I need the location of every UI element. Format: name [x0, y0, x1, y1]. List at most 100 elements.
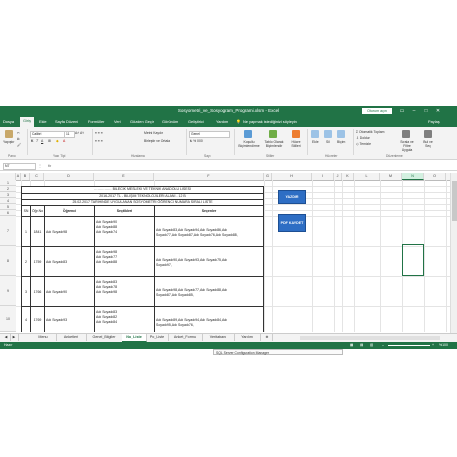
cut-icon[interactable]: ✂	[17, 131, 20, 135]
tab-menu[interactable]: Menu	[30, 334, 57, 341]
close-icon[interactable]: ✕	[434, 107, 442, 115]
find-select-button[interactable]: Bul ve Seç	[420, 140, 436, 148]
minimize-icon[interactable]: –	[410, 107, 418, 115]
selected-cell-n7[interactable]	[402, 244, 424, 276]
row-header-9[interactable]: 9	[0, 276, 16, 306]
column-header-f[interactable]: F	[154, 173, 264, 180]
column-header-l[interactable]: L	[354, 173, 380, 180]
number-format-select[interactable]: Genel	[189, 131, 230, 138]
sort-filter-icon[interactable]	[402, 130, 410, 138]
bold-button[interactable]: K	[31, 139, 33, 143]
scrollbar-thumb[interactable]	[452, 181, 457, 221]
menu-file[interactable]: Dosya	[3, 119, 14, 124]
select-all-corner[interactable]	[0, 173, 16, 180]
delete-cells-icon[interactable]	[324, 130, 332, 138]
row-header-10[interactable]: 10	[0, 306, 16, 332]
align-left-icon[interactable]: ≡ ≡ ≡	[95, 139, 103, 143]
column-header-c[interactable]: C	[30, 173, 44, 180]
ribbon-display-icon[interactable]: ▭	[398, 107, 406, 115]
align-top-icon[interactable]: ≡ ≡ ≡	[95, 131, 103, 135]
tell-me-search[interactable]: Ne yapmak istediğinizi söyleyin	[243, 119, 297, 124]
menu-help[interactable]: Yardım	[216, 119, 228, 124]
vertical-scrollbar[interactable]	[450, 173, 457, 333]
conditional-format-button[interactable]: Koşullu Biçimlendirme	[236, 140, 262, 148]
save-pdf-button[interactable]: PDF KAYDET	[278, 214, 306, 232]
name-box[interactable]: N7	[3, 163, 36, 170]
column-header-i[interactable]: I	[312, 173, 334, 180]
cell-styles-button[interactable]: Hücre Stilleri	[288, 140, 304, 148]
zoom-in-icon[interactable]: +	[432, 343, 434, 347]
format-table-button[interactable]: Tablo Olarak Biçimlendir	[262, 140, 286, 148]
menu-page-layout[interactable]: Sayfa Düzeni	[55, 119, 78, 124]
paste-label[interactable]: Yapıştır	[3, 140, 14, 144]
currency-icon[interactable]: ₺ % 000	[190, 139, 203, 143]
menu-insert[interactable]: Ekle	[39, 119, 47, 124]
grow-font-icon[interactable]: A˄ A˅	[75, 131, 84, 135]
clear-button[interactable]: ◇ Temizle	[356, 142, 371, 146]
column-header-j[interactable]: J	[334, 173, 342, 180]
column-header-m[interactable]: M	[380, 173, 402, 180]
format-table-icon[interactable]	[269, 130, 277, 138]
column-header-g[interactable]: G	[264, 173, 272, 180]
menu-developer[interactable]: Geliştirici	[188, 119, 204, 124]
fill-color-icon[interactable]: ◆	[56, 139, 59, 143]
delete-cells-button[interactable]: Sil	[326, 140, 330, 144]
lightbulb-icon[interactable]: 💡	[236, 119, 241, 124]
paste-icon[interactable]	[5, 130, 13, 138]
column-header-o[interactable]: O	[424, 173, 446, 180]
worksheet-grid[interactable]: …………… BİLECİK MESLEKİ VE TEKNİK ANADOLU …	[16, 180, 450, 332]
cell-styles-icon[interactable]	[292, 130, 300, 138]
fx-icon[interactable]: fx	[48, 163, 51, 168]
fill-button[interactable]: ⇩ Doldur	[356, 136, 370, 140]
column-header-e[interactable]: E	[94, 173, 154, 180]
wrap-text-button[interactable]: Metni Kaydır	[144, 131, 163, 135]
zoom-level[interactable]: %100	[439, 343, 448, 347]
tab-yardim[interactable]: Yardım	[234, 334, 261, 341]
row-header-8[interactable]: 8	[0, 246, 16, 276]
tab-veritabani[interactable]: Veritabanı	[202, 334, 235, 341]
menu-view[interactable]: Görünüm	[162, 119, 178, 124]
tab-anketleri[interactable]: Anketleri	[56, 334, 87, 341]
horizontal-scrollbar[interactable]	[300, 336, 440, 340]
italic-button[interactable]: T	[36, 139, 38, 143]
zoom-slider[interactable]	[388, 345, 430, 346]
copy-icon[interactable]: ⧉	[17, 137, 19, 141]
merge-center-button[interactable]: Birleştir ve Ortala	[144, 139, 170, 143]
find-select-icon[interactable]	[424, 130, 432, 138]
insert-cells-button[interactable]: Ekle	[312, 140, 319, 144]
borders-icon[interactable]: ⊞	[48, 139, 51, 143]
menu-data[interactable]: Veri	[114, 119, 121, 124]
sign-in-button[interactable]: Oturum açın	[362, 108, 392, 114]
format-cells-button[interactable]: Biçim	[337, 140, 345, 144]
share-button[interactable]: Paylaş	[428, 119, 440, 124]
cancel-icon[interactable]: ⋮	[38, 163, 42, 168]
page-layout-view-icon[interactable]: ▤	[360, 343, 363, 347]
print-button[interactable]: YAZDIR	[278, 190, 306, 204]
column-header-k[interactable]: K	[342, 173, 354, 180]
format-cells-icon[interactable]	[337, 130, 345, 138]
autosum-button[interactable]: Σ Otomatik Toplam	[356, 130, 384, 134]
font-size-select[interactable]: 11	[64, 131, 75, 138]
maximize-icon[interactable]: □	[422, 107, 430, 115]
add-sheet-icon[interactable]: ⊕	[262, 334, 273, 341]
format-painter-icon[interactable]: 🖌	[17, 143, 21, 147]
normal-view-icon[interactable]: ▦	[350, 343, 353, 347]
tab-genel-bilgiler[interactable]: Genel_Bilgiler	[86, 334, 123, 341]
zoom-out-icon[interactable]: –	[382, 343, 384, 347]
column-header-n[interactable]: N	[402, 173, 424, 180]
sort-filter-button[interactable]: Sırala ve Filtre Uygula	[398, 140, 416, 152]
font-name-select[interactable]: Calibri	[30, 131, 65, 138]
page-break-view-icon[interactable]: ▥	[370, 343, 373, 347]
tab-po-liste[interactable]: Po_Liste	[146, 334, 169, 341]
tab-anket-formu[interactable]: Anket_Formu	[168, 334, 203, 341]
tab-scroll-right-icon[interactable]: ▶	[10, 334, 19, 341]
column-header-d[interactable]: D	[44, 173, 94, 180]
font-color-icon[interactable]: A	[63, 139, 65, 143]
menu-home[interactable]: Giriş	[20, 117, 34, 127]
column-header-b[interactable]: B	[21, 173, 30, 180]
underline-button[interactable]: A	[41, 139, 43, 143]
tab-no-liste[interactable]: No_Liste	[122, 334, 147, 342]
menu-review[interactable]: Gözden Geçir	[130, 119, 154, 124]
conditional-format-icon[interactable]	[244, 130, 252, 138]
column-header-h[interactable]: H	[272, 173, 312, 180]
